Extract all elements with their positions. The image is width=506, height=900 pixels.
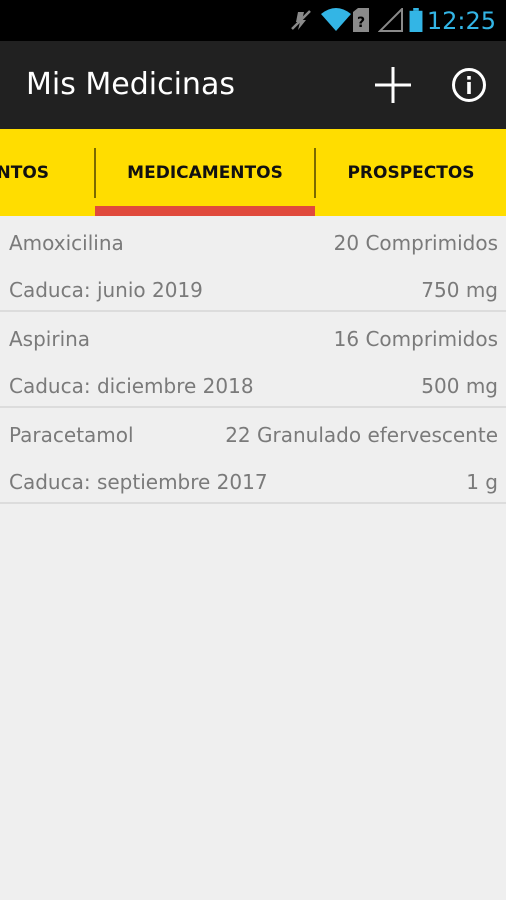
list-item[interactable]: Paracetamol 22 Granulado efervescente Ca… bbox=[0, 408, 506, 504]
status-time: 12:25 bbox=[426, 7, 496, 35]
tab-label: MEDICAMENTOS bbox=[127, 162, 283, 183]
tab-entos[interactable]: ENTOS bbox=[0, 129, 94, 216]
status-bar: ? 12:25 bbox=[0, 0, 506, 41]
medicine-expiry: Caduca: junio 2019 bbox=[9, 278, 203, 302]
tab-label: ENTOS bbox=[0, 162, 50, 183]
mute-icon bbox=[291, 10, 311, 30]
wifi-icon bbox=[321, 8, 351, 31]
tab-medicamentos[interactable]: MEDICAMENTOS bbox=[95, 129, 315, 216]
medicine-name: Amoxicilina bbox=[9, 231, 124, 255]
signal-icon bbox=[378, 8, 403, 32]
svg-text:?: ? bbox=[357, 15, 365, 31]
medicine-quantity: 16 Comprimidos bbox=[333, 327, 498, 351]
tab-indicator bbox=[95, 206, 315, 216]
medicine-quantity: 22 Granulado efervescente bbox=[225, 423, 498, 447]
medicine-dose: 750 mg bbox=[421, 278, 498, 302]
action-bar: Mis Medicinas bbox=[0, 41, 506, 129]
medicine-expiry: Caduca: diciembre 2018 bbox=[9, 374, 254, 398]
tab-label: PROSPECTOS bbox=[347, 162, 475, 183]
tab-prospectos[interactable]: PROSPECTOS bbox=[316, 129, 506, 216]
medicine-dose: 1 g bbox=[466, 470, 498, 494]
info-icon bbox=[452, 68, 486, 102]
medicine-name: Paracetamol bbox=[9, 423, 134, 447]
medicine-name: Aspirina bbox=[9, 327, 91, 351]
medicine-quantity: 20 Comprimidos bbox=[333, 231, 498, 255]
no-sim-icon: ? bbox=[353, 8, 369, 32]
add-button[interactable] bbox=[369, 61, 417, 109]
medicine-dose: 500 mg bbox=[421, 374, 498, 398]
list-item[interactable]: Aspirina 16 Comprimidos Caduca: diciembr… bbox=[0, 312, 506, 408]
tab-bar: ENTOS MEDICAMENTOS PROSPECTOS bbox=[0, 129, 506, 216]
battery-icon bbox=[409, 8, 423, 32]
add-icon bbox=[375, 67, 411, 103]
medicine-expiry: Caduca: septiembre 2017 bbox=[9, 470, 268, 494]
app-title: Mis Medicinas bbox=[26, 67, 235, 102]
medicine-list: Amoxicilina 20 Comprimidos Caduca: junio… bbox=[0, 216, 506, 504]
list-item[interactable]: Amoxicilina 20 Comprimidos Caduca: junio… bbox=[0, 216, 506, 312]
info-button[interactable] bbox=[445, 61, 493, 109]
